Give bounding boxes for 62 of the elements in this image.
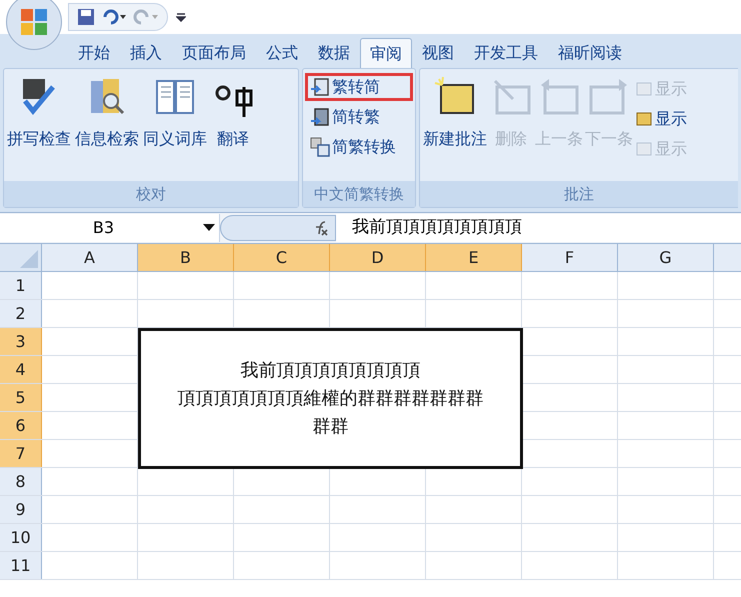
- column-header[interactable]: F: [522, 244, 618, 271]
- group-title: 中文简繁转换: [303, 181, 415, 207]
- ribbon-tab[interactable]: 福昕阅读: [548, 38, 632, 68]
- ribbon-tab[interactable]: 插入: [120, 38, 172, 68]
- name-box[interactable]: B3: [0, 214, 220, 242]
- row-header[interactable]: 4: [0, 356, 42, 383]
- ribbon-button[interactable]: 信息检索: [74, 75, 140, 151]
- ribbon-tab[interactable]: 开始: [68, 38, 120, 68]
- dropdown-icon: [203, 224, 215, 232]
- save-icon[interactable]: [77, 8, 95, 26]
- convert-icon: [310, 77, 330, 97]
- row-header[interactable]: 11: [0, 552, 42, 579]
- column-header[interactable]: D: [330, 244, 426, 271]
- row-header[interactable]: 8: [0, 468, 42, 495]
- row-header[interactable]: 2: [0, 300, 42, 327]
- column-header[interactable]: B: [138, 244, 234, 271]
- note-icon: [635, 110, 653, 128]
- row-header[interactable]: 3: [0, 328, 42, 355]
- row-header[interactable]: 6: [0, 412, 42, 439]
- ribbon-tab[interactable]: 视图: [412, 38, 464, 68]
- merged-cell[interactable]: 我前頂頂頂頂頂頂頂頂 頂頂頂頂頂頂頂維權的群群群群群群群 群群: [138, 328, 523, 469]
- function-button[interactable]: [220, 215, 336, 241]
- convert-icon: [310, 107, 330, 127]
- ribbon-button[interactable]: 翻译: [210, 75, 256, 151]
- note-icon: [635, 80, 653, 98]
- row-header[interactable]: 10: [0, 524, 42, 551]
- ribbon-button[interactable]: 简转繁: [305, 103, 413, 131]
- ribbon-tab[interactable]: 公式: [256, 38, 308, 68]
- row-header[interactable]: 1: [0, 272, 42, 299]
- group-title: 批注: [420, 181, 738, 207]
- cell-text-line: 頂頂頂頂頂頂頂維權的群群群群群群群: [178, 386, 484, 410]
- ribbon-tab[interactable]: 开发工具: [464, 38, 548, 68]
- ribbon-button[interactable]: 简繁转换: [305, 133, 413, 161]
- ribbon-button[interactable]: 拼写检查: [6, 75, 72, 151]
- column-header[interactable]: E: [426, 244, 522, 271]
- group-title: 校对: [4, 181, 298, 207]
- button-label: 信息检索: [75, 128, 139, 150]
- formula-field[interactable]: 我前頂頂頂頂頂頂頂頂: [336, 214, 741, 242]
- ribbon-tab[interactable]: 页面布局: [172, 38, 256, 68]
- customize-menu-icon[interactable]: [176, 12, 186, 22]
- ribbon-button[interactable]: 新建批注: [422, 75, 488, 151]
- button-label: 同义词库: [143, 128, 207, 150]
- ribbon-tab[interactable]: 审阅: [360, 38, 412, 68]
- corner-triangle-icon: [20, 250, 38, 268]
- row-header[interactable]: 7: [0, 440, 42, 467]
- column-header[interactable]: C: [234, 244, 330, 271]
- convert-icon: [310, 137, 330, 157]
- cell-text-line: 我前頂頂頂頂頂頂頂頂: [240, 358, 420, 382]
- button-label: 翻译: [217, 128, 249, 150]
- ribbon-button[interactable]: 同义词库: [142, 75, 208, 151]
- cell-text-line: 群群: [312, 414, 348, 438]
- button-label: 拼写检查: [7, 128, 71, 150]
- redo-icon[interactable]: [133, 9, 159, 25]
- row-header[interactable]: 5: [0, 384, 42, 411]
- office-logo-icon: [19, 7, 49, 37]
- ribbon-tab[interactable]: 数据: [308, 38, 360, 68]
- undo-icon[interactable]: [101, 9, 127, 25]
- ribbon-button[interactable]: 繁转简: [305, 73, 413, 101]
- row-header[interactable]: 9: [0, 496, 42, 523]
- note-icon: [635, 140, 653, 158]
- ribbon-button[interactable]: 显示: [635, 105, 687, 133]
- column-header[interactable]: G: [618, 244, 714, 271]
